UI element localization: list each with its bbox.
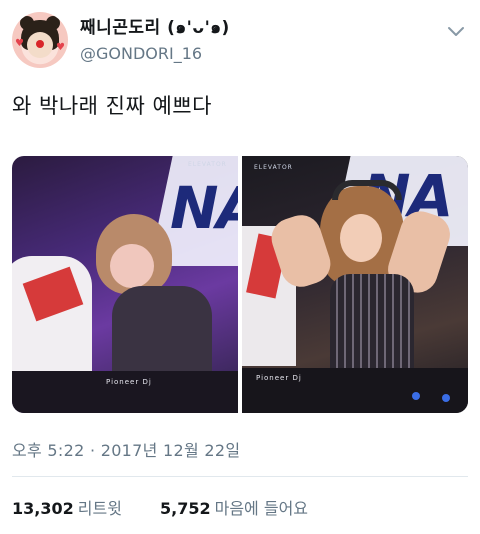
avatar-nose <box>36 40 44 48</box>
heart-icon: ♥ <box>15 38 24 49</box>
likes-label: 마음에 들어요 <box>214 499 309 518</box>
dj-face <box>340 214 382 262</box>
avatar[interactable]: ♥ ♥ <box>12 12 68 68</box>
tweet-text: 와 박나래 진짜 예쁘다 <box>12 94 212 118</box>
mixer-label: Pioneer Dj <box>106 378 152 386</box>
mixer-label: Pioneer Dj <box>256 374 302 382</box>
likes-stat[interactable]: 5,752 마음에 들어요 <box>160 498 308 520</box>
heart-icon: ♥ <box>56 42 65 53</box>
tweet-card: ♥ ♥ 째니곤도리 (๑'ᴗ'๑) @GONDORI_16 와 박나래 진짜 예… <box>0 0 480 534</box>
divider <box>12 476 468 477</box>
retweets-count: 13,302 <box>12 499 74 518</box>
stage-brand: ELEVATOR <box>254 164 293 171</box>
retweets-stat[interactable]: 13,302 리트윗 <box>12 498 122 520</box>
photo-2[interactable]: NA ELEVATOR Pioneer Dj <box>242 156 468 413</box>
retweets-label: 리트윗 <box>77 499 122 518</box>
chevron-down-icon[interactable] <box>446 22 466 42</box>
headphones <box>332 180 402 200</box>
media-grid: NA ELEVATOR Pioneer Dj NA ELEVATOR Pione… <box>12 156 468 413</box>
dj-top <box>330 274 414 374</box>
photo-1[interactable]: NA ELEVATOR Pioneer Dj <box>12 156 238 413</box>
display-name[interactable]: 째니곤도리 (๑'ᴗ'๑) <box>80 16 230 40</box>
likes-count: 5,752 <box>160 499 211 518</box>
tweet-timestamp[interactable]: 오후 5:22 · 2017년 12월 22일 <box>12 437 240 461</box>
user-names[interactable]: 째니곤도리 (๑'ᴗ'๑) @GONDORI_16 <box>80 16 230 65</box>
dj-face <box>110 244 154 288</box>
tweet-header: ♥ ♥ 째니곤도리 (๑'ᴗ'๑) @GONDORI_16 <box>12 12 468 70</box>
user-handle[interactable]: @GONDORI_16 <box>80 43 230 65</box>
stage-light <box>412 392 420 400</box>
stage-sign: NA <box>170 174 238 242</box>
stage-light <box>442 394 450 402</box>
stage-brand: ELEVATOR <box>188 161 227 168</box>
